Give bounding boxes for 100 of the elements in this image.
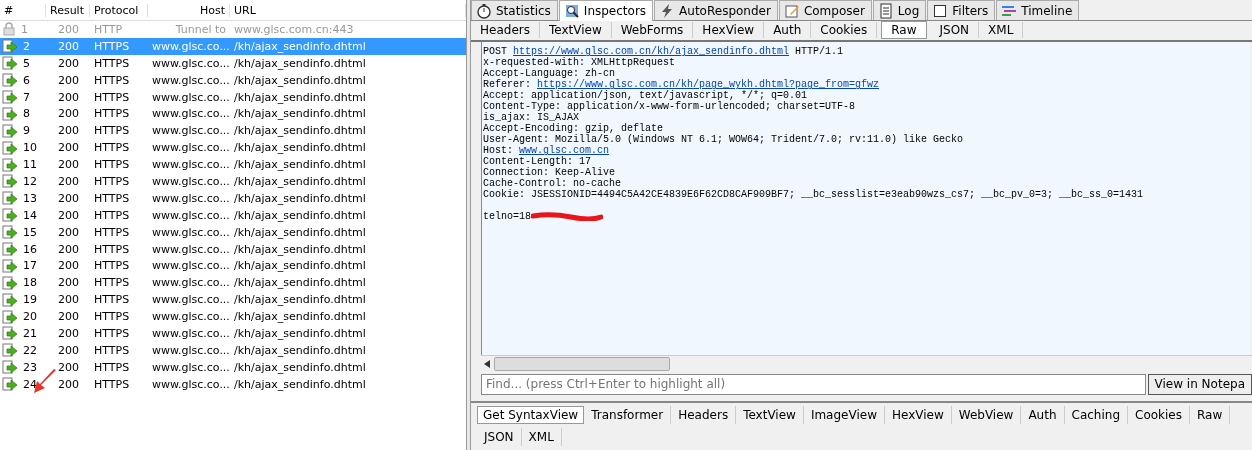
request-tab[interactable]: HexView (693, 22, 765, 39)
row-number: 19 (22, 293, 38, 307)
horizontal-scrollbar[interactable] (481, 355, 1252, 372)
session-row[interactable]: 11 200 HTTPS www.glsc.co... /kh/ajax_sendinfo.dhtml (0, 156, 466, 173)
host-cell-text: www.glsc.co... (151, 191, 230, 205)
column-header[interactable]: Host (148, 3, 230, 17)
column-header[interactable]: # (0, 3, 46, 17)
response-tab[interactable]: Get SyntaxView (477, 406, 585, 424)
row-number: 9 (22, 124, 31, 138)
row-number: 21 (22, 326, 38, 340)
stopwatch-icon (476, 2, 492, 19)
inspector-tab[interactable]: AutoResponder (654, 0, 778, 20)
response-tab[interactable]: Headers (671, 406, 737, 424)
inspector-tab[interactable]: Timeline (996, 0, 1080, 20)
result-cell-text: 200 (57, 90, 80, 104)
response-tab[interactable]: JSON (477, 428, 522, 446)
column-header[interactable]: Protocol (90, 3, 148, 17)
result-cell-text: 200 (57, 225, 80, 239)
column-header[interactable]: URL (230, 3, 466, 17)
response-tab[interactable]: Caching (1064, 406, 1128, 424)
request-tab[interactable]: Raw (881, 21, 927, 40)
inspector-tab[interactable]: Log (872, 0, 927, 20)
request-tab[interactable]: WebForms (611, 22, 694, 39)
session-row[interactable]: 22 200 HTTPS www.glsc.co... /kh/ajax_sendinfo.dhtml (0, 341, 466, 359)
response-tab[interactable]: ImageView (803, 406, 885, 424)
request-tab[interactable]: XML (979, 22, 1024, 39)
response-tab[interactable]: HexView (884, 406, 952, 424)
row-number: 12 (22, 174, 38, 188)
magnifier-icon (563, 3, 580, 19)
protocol-cell-text: HTTPS (93, 174, 131, 188)
url-cell-text: /kh/ajax_sendinfo.dhtml (233, 208, 367, 222)
column-header[interactable]: Result (46, 3, 90, 17)
find-field[interactable]: Find... (press Ctrl+Enter to highlight all) (481, 373, 1146, 395)
host-cell-text: www.glsc.co... (151, 208, 230, 222)
request-tab[interactable]: Cookies (811, 22, 878, 39)
request-link[interactable]: https://www.glsc.com.cn/kh/page_wykh.dhtml?page_from=gfwz (537, 79, 880, 91)
host-cell-text: www.glsc.co... (151, 259, 230, 273)
host-cell-text: www.glsc.co... (151, 293, 230, 307)
host-cell-text: www.glsc.co... (151, 377, 230, 391)
response-tab[interactable]: Cookies (1128, 406, 1190, 424)
response-tab[interactable]: Raw (1190, 406, 1231, 424)
session-row[interactable]: 14 200 HTTPS www.glsc.co... /kh/ajax_sendinfo.dhtml (0, 206, 466, 224)
response-tab[interactable]: TextView (736, 406, 804, 424)
host-cell-text: www.glsc.co... (151, 276, 230, 290)
session-row[interactable]: 21 200 HTTPS www.glsc.co... /kh/ajax_sendinfo.dhtml (0, 325, 466, 342)
row-number: 13 (22, 191, 38, 205)
session-row[interactable]: 18 200 HTTPS www.glsc.co... /kh/ajax_sendinfo.dhtml (0, 274, 466, 292)
view-in-notepad-button[interactable]: View in Notepa (1147, 373, 1252, 395)
request-link[interactable]: www.glsc.com.cn (519, 145, 610, 157)
request-tab[interactable]: Headers (471, 22, 540, 39)
inspector-tab[interactable]: Composer (778, 0, 872, 20)
response-tab[interactable]: Transformer (584, 406, 672, 424)
protocol-cell-text: HTTPS (93, 293, 131, 307)
session-row[interactable]: 23 200 HTTPS www.glsc.co... /kh/ajax_sendinfo.dhtml (0, 358, 466, 376)
session-row[interactable]: 20 200 HTTPS www.glsc.co... /kh/ajax_sendinfo.dhtml (0, 308, 466, 326)
session-row[interactable]: 16 200 HTTPS www.glsc.co... /kh/ajax_sendinfo.dhtml (0, 240, 466, 258)
session-row[interactable]: 17 200 HTTPS www.glsc.co... /kh/ajax_sendinfo.dhtml (0, 257, 466, 275)
url-cell-text: /kh/ajax_sendinfo.dhtml (233, 225, 367, 239)
session-row[interactable]: 12 200 HTTPS www.glsc.co... /kh/ajax_sendinfo.dhtml (0, 173, 466, 190)
url-cell-text: /kh/ajax_sendinfo.dhtml (233, 242, 367, 256)
host-cell-text: www.glsc.co... (151, 174, 230, 188)
url-cell-text: /kh/ajax_sendinfo.dhtml (233, 377, 367, 391)
request-link[interactable]: https://www.glsc.com.cn/kh/ajax_sendinfo.dhtml (513, 46, 790, 58)
session-row[interactable]: 13 200 HTTPS www.glsc.co... /kh/ajax_sendinfo.dhtml (0, 189, 466, 207)
session-row[interactable]: 8 200 HTTPS www.glsc.co... /kh/ajax_sendinfo.dhtml (0, 105, 466, 123)
host-cell-text: www.glsc.co... (151, 73, 230, 87)
request-text: Accept-Encoding: gzip, deflate (483, 123, 664, 135)
request-tab[interactable]: Auth (764, 22, 812, 39)
result-cell-text: 200 (57, 259, 80, 273)
session-row[interactable]: 24 200 HTTPS www.glsc.co... /kh/ajax_sendinfo.dhtml (0, 375, 466, 393)
session-row[interactable]: 9 200 HTTPS www.glsc.co... /kh/ajax_sendinfo.dhtml (0, 122, 466, 140)
protocol-cell-text: HTTPS (93, 191, 131, 205)
session-row[interactable]: 6 200 HTTPS www.glsc.co... /kh/ajax_sendinfo.dhtml (0, 71, 466, 89)
result-cell-text: 200 (57, 377, 80, 391)
protocol-cell-text: HTTPS (93, 73, 131, 87)
inspector-tab[interactable]: Inspectors (558, 0, 654, 21)
result-cell-text: 200 (57, 310, 80, 324)
host-cell-text: Tunnel to (174, 22, 227, 36)
session-row[interactable]: 7 200 HTTPS www.glsc.co... /kh/ajax_sendinfo.dhtml (0, 88, 466, 106)
response-tab[interactable]: XML (521, 428, 562, 446)
protocol-cell-text: HTTPS (93, 259, 131, 273)
response-tab[interactable]: WebView (951, 406, 1022, 424)
inspector-tab[interactable]: Statistics (471, 0, 558, 20)
url-cell-text: /kh/ajax_sendinfo.dhtml (233, 259, 367, 273)
scroll-left-icon[interactable] (484, 360, 490, 369)
url-cell-text: /kh/ajax_sendinfo.dhtml (233, 39, 367, 53)
session-row[interactable]: 19 200 HTTPS www.glsc.co... /kh/ajax_sendinfo.dhtml (0, 291, 466, 309)
result-cell-text: 200 (57, 22, 80, 36)
response-tab[interactable]: Auth (1021, 406, 1065, 424)
inspector-tab[interactable]: Filters (927, 0, 996, 20)
request-tab[interactable]: TextView (539, 22, 612, 39)
row-number: 18 (22, 276, 38, 290)
session-row[interactable]: 5 200 HTTPS www.glsc.co... /kh/ajax_sendinfo.dhtml (0, 54, 466, 72)
request-tab[interactable]: JSON (930, 22, 980, 39)
session-row[interactable]: 10 200 HTTPS www.glsc.co... /kh/ajax_sendinfo.dhtml (0, 139, 466, 157)
url-cell-text: /kh/ajax_sendinfo.dhtml (233, 124, 367, 138)
session-row[interactable]: 15 200 HTTPS www.glsc.co... /kh/ajax_sendinfo.dhtml (0, 223, 466, 241)
row-number: 7 (22, 90, 31, 104)
result-cell-text: 200 (57, 107, 80, 121)
row-number: 8 (22, 107, 31, 121)
